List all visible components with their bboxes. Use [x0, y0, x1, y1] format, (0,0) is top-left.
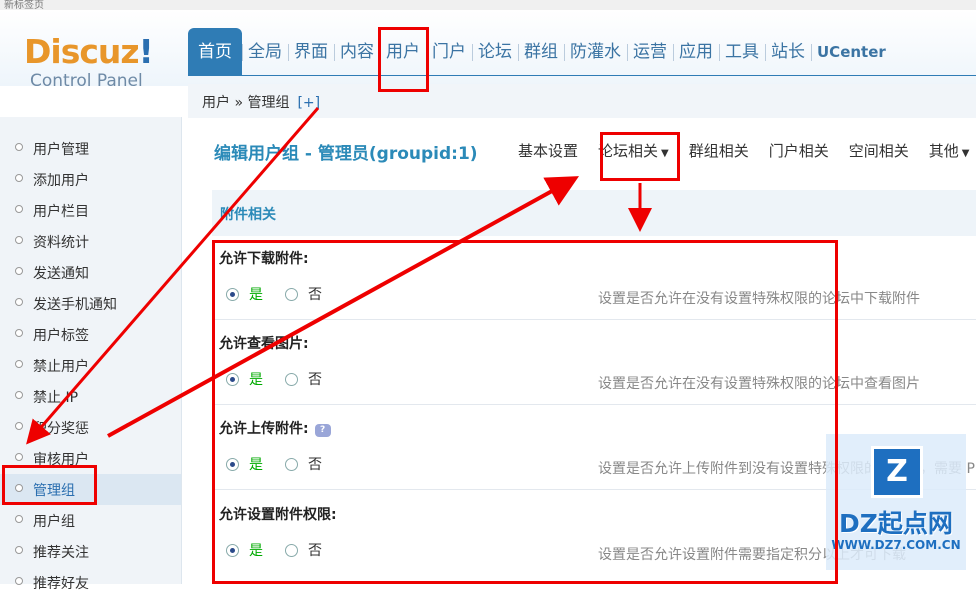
dropdown-arrow-icon: ▼: [961, 148, 970, 159]
sidebar-item-notify[interactable]: 发送通知: [0, 257, 181, 288]
sidebar-item-stats[interactable]: 资料统计: [0, 226, 181, 257]
logo-subtitle: Control Panel: [30, 71, 143, 91]
sidebar-item-user-group[interactable]: 用户组: [0, 505, 181, 536]
bullet-icon: [15, 422, 23, 430]
top-nav: 首页 全局 界面 内容 用户 门户 论坛 群组 防灌水 运营 应用 工具 站长 …: [188, 28, 892, 76]
sidebar-item-follow[interactable]: 推荐关注: [0, 536, 181, 567]
breadcrumb-text: 用户 » 管理组: [202, 95, 290, 111]
sidebar-item-user-fields[interactable]: 用户栏目: [0, 195, 181, 226]
bullet-icon: [15, 205, 23, 213]
breadcrumb: 用户 » 管理组 [+]: [202, 92, 320, 112]
section-header: 附件相关: [212, 190, 976, 236]
nav-portal[interactable]: 门户: [426, 28, 472, 76]
nav-global[interactable]: 全局: [242, 28, 288, 76]
nav-group[interactable]: 群组: [518, 28, 564, 76]
dz7-watermark: Z DZ起点网 WWW.DZ7.COM.CN: [826, 434, 966, 570]
sidebar: 用户管理 添加用户 用户栏目 资料统计 发送通知 发送手机通知 用户标签 禁止用…: [0, 117, 182, 592]
bullet-icon: [15, 236, 23, 244]
bullet-icon: [15, 267, 23, 275]
highlight-box-settings: [212, 240, 838, 584]
page-title: 编辑用户组 - 管理员(groupid:1): [214, 144, 478, 164]
bullet-icon: [15, 298, 23, 306]
nav-operation[interactable]: 运营: [627, 28, 673, 76]
nav-apps[interactable]: 应用: [673, 28, 719, 76]
sidebar-item-user-manage[interactable]: 用户管理: [0, 133, 181, 164]
bullet-icon: [15, 174, 23, 182]
breadcrumb-add-button[interactable]: [+]: [297, 95, 320, 111]
bullet-icon: [15, 453, 23, 461]
sidebar-item-friend[interactable]: 推荐好友: [0, 567, 181, 598]
nav-content[interactable]: 内容: [334, 28, 380, 76]
bullet-icon: [15, 329, 23, 337]
nav-divider: [188, 75, 976, 76]
sidebar-item-sms-notify[interactable]: 发送手机通知: [0, 288, 181, 319]
logo-brand: Discuz!: [24, 32, 154, 71]
nav-tools[interactable]: 工具: [719, 28, 765, 76]
tab-group[interactable]: 群组相关: [689, 140, 749, 161]
bullet-icon: [15, 360, 23, 368]
sidebar-item-ban-user[interactable]: 禁止用户: [0, 350, 181, 381]
bullet-icon: [15, 546, 23, 554]
highlight-box-nav-user: [378, 27, 429, 92]
nav-ucenter[interactable]: UCenter: [811, 28, 892, 76]
nav-webmaster[interactable]: 站长: [765, 28, 811, 76]
tab-space[interactable]: 空间相关: [849, 140, 909, 161]
sidebar-item-tags[interactable]: 用户标签: [0, 319, 181, 350]
settings-tabs: 基本设置 论坛相关 ▼ 群组相关 门户相关 空间相关 其他 ▼: [518, 140, 976, 161]
bullet-icon: [15, 515, 23, 523]
highlight-box-tab-forum: [600, 132, 680, 181]
watermark-url: WWW.DZ7.COM.CN: [831, 538, 961, 552]
bullet-icon: [15, 143, 23, 151]
watermark-logo: Z: [871, 446, 923, 498]
highlight-box-admin-group: [2, 465, 97, 505]
sidebar-item-ban-ip[interactable]: 禁止 IP: [0, 381, 181, 412]
nav-home[interactable]: 首页: [188, 28, 242, 76]
tab-portal[interactable]: 门户相关: [769, 140, 829, 161]
tab-other[interactable]: 其他 ▼: [929, 140, 970, 161]
nav-interface[interactable]: 界面: [288, 28, 334, 76]
nav-forum[interactable]: 论坛: [472, 28, 518, 76]
tab-basic[interactable]: 基本设置: [518, 140, 578, 161]
section-title: 附件相关: [220, 207, 276, 223]
sidebar-item-credits[interactable]: 积分奖惩: [0, 412, 181, 443]
discuz-logo[interactable]: Discuz! Control Panel: [0, 27, 180, 113]
bullet-icon: [15, 391, 23, 399]
sidebar-item-add-user[interactable]: 添加用户: [0, 164, 181, 195]
watermark-name: DZ起点网: [839, 509, 953, 538]
nav-antispam[interactable]: 防灌水: [564, 28, 627, 76]
